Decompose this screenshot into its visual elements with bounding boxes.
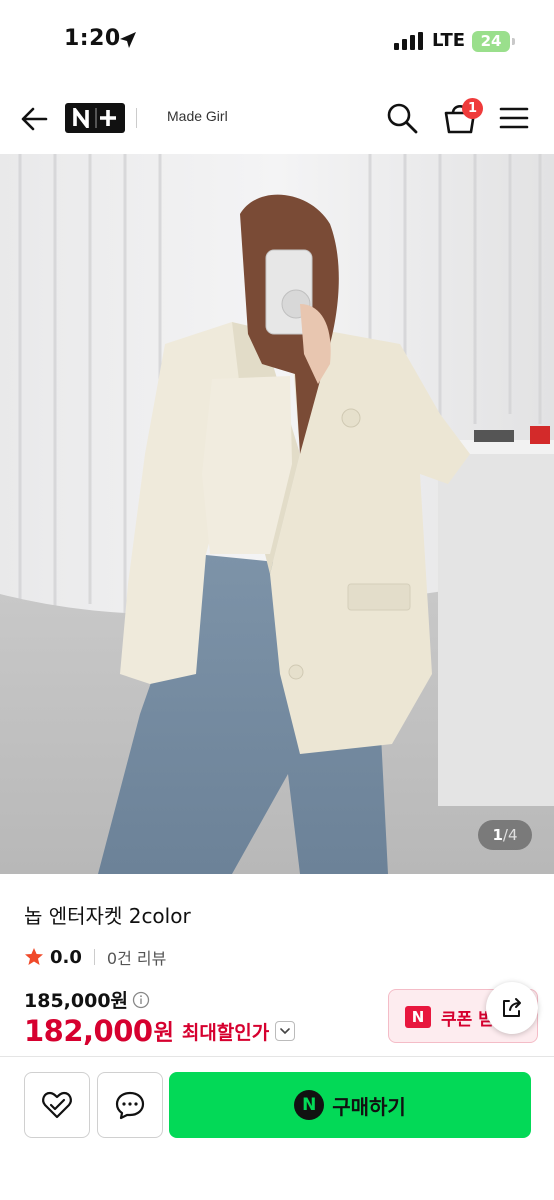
star-icon — [25, 948, 43, 965]
chat-bubble-icon — [115, 1091, 145, 1120]
product-photo — [0, 154, 554, 874]
product-title: 놉 엔터자켓 2color — [24, 904, 191, 928]
image-counter-current: 1 — [492, 826, 503, 844]
product-image[interactable]: 1/4 — [0, 154, 554, 874]
network-label: LTE — [432, 30, 466, 51]
naver-n-icon: N — [405, 1006, 431, 1028]
sale-price-unit: 원 — [153, 1021, 174, 1046]
location-arrow-icon — [120, 32, 136, 48]
image-counter: 1/4 — [478, 820, 532, 850]
buy-button[interactable]: N 구매하기 — [169, 1072, 531, 1138]
original-price-row: 185,000원 — [24, 986, 150, 1013]
talk-button[interactable] — [97, 1072, 163, 1138]
shop-name[interactable]: Made Girl — [167, 108, 228, 124]
max-discount-label: 최대할인가 — [181, 1021, 270, 1044]
share-button[interactable] — [486, 982, 538, 1034]
nplus-logo[interactable] — [65, 103, 125, 133]
share-icon — [503, 998, 521, 1017]
heart-icon — [42, 1091, 72, 1119]
bottom-action-bar: N 구매하기 — [0, 1056, 554, 1200]
rating-value: 0.0 — [50, 946, 82, 968]
nav-divider — [136, 108, 137, 128]
search-icon[interactable] — [384, 100, 420, 136]
back-arrow-icon[interactable] — [18, 102, 52, 136]
status-bar: 1:20 LTE 24 — [0, 0, 554, 80]
chevron-down-icon — [280, 1028, 291, 1035]
discount-detail-button[interactable] — [275, 1021, 296, 1041]
menu-icon[interactable] — [498, 102, 530, 134]
rating-divider — [93, 949, 95, 965]
image-counter-total: /4 — [502, 826, 518, 844]
top-nav: Made Girl 1 — [0, 88, 554, 150]
battery-level: 24 — [480, 32, 502, 50]
naver-pay-icon: N — [294, 1090, 325, 1120]
original-price: 185,000원 — [24, 990, 129, 1012]
review-count[interactable]: 0건 리뷰 — [107, 945, 166, 969]
cart-badge: 1 — [462, 98, 483, 119]
sale-price: 182,000 — [24, 1014, 153, 1048]
nplus-logo-mark — [73, 108, 116, 128]
wishlist-button[interactable] — [24, 1072, 90, 1138]
rating-row[interactable]: 0.0 0건 리뷰 — [24, 944, 166, 970]
signal-icon — [394, 32, 423, 50]
buy-label: 구매하기 — [332, 1094, 406, 1119]
battery-icon: 24 — [472, 31, 515, 52]
info-icon[interactable] — [132, 991, 150, 1009]
discount-price-row: 182,000 원 최대할인가 — [24, 1014, 296, 1048]
status-time: 1:20 — [64, 26, 121, 51]
